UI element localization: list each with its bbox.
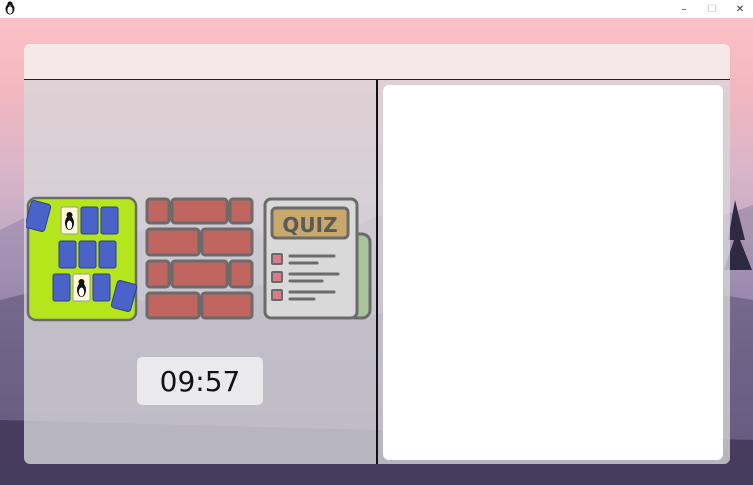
quiz-tile[interactable]: QUIZ (262, 196, 372, 320)
penguin-icon (5, 1, 15, 15)
window-titlebar: – ☐ ✕ (0, 0, 753, 18)
maximize-button[interactable]: ☐ (698, 0, 726, 18)
game-content-area[interactable] (383, 85, 723, 460)
quiz-badge-text: QUIZ (282, 213, 337, 237)
top-bar (24, 44, 730, 80)
close-button[interactable]: ✕ (726, 0, 753, 18)
quiz-icon: QUIZ (263, 197, 372, 320)
brick-wall-icon (145, 197, 254, 320)
minimize-button[interactable]: – (670, 0, 698, 18)
game-selection-pane: QUIZ 09:57 (24, 80, 376, 464)
game-area-pane (378, 80, 730, 464)
timer-display: 09:57 (137, 357, 263, 405)
memory-game-icon (26, 196, 138, 322)
main-panel: QUIZ 09:57 (24, 44, 730, 464)
brick-wall-tile[interactable] (144, 196, 254, 320)
memory-game-tile[interactable] (26, 196, 138, 322)
